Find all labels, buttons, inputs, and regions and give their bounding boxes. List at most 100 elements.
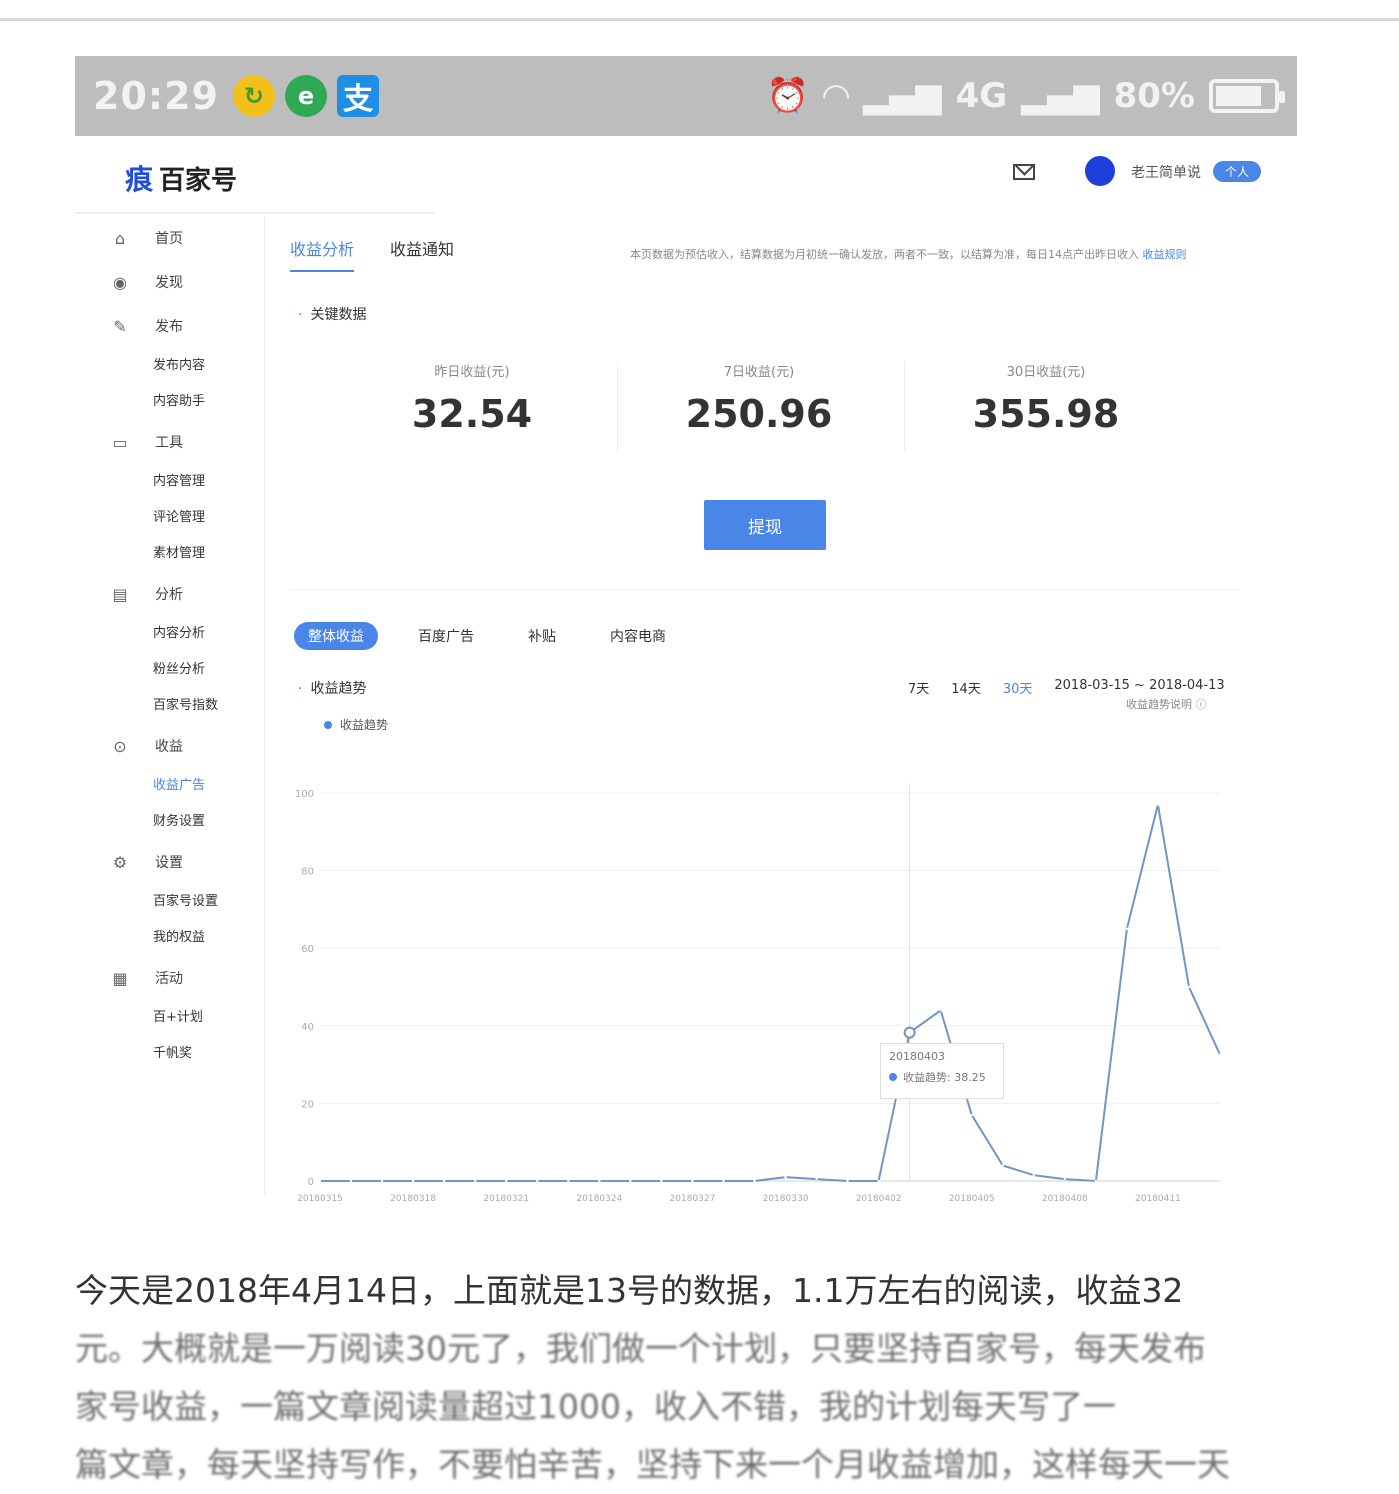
- tab-income-analysis[interactable]: 收益分析: [290, 236, 355, 272]
- tool-icon: ▭: [112, 432, 128, 452]
- chart-legend[interactable]: 收益趋势: [324, 716, 388, 733]
- withdraw-button[interactable]: 提现: [704, 500, 826, 550]
- sidebar-group-2[interactable]: ✎ 发布: [75, 304, 264, 348]
- tab-income-notice[interactable]: 收益通知: [390, 236, 454, 272]
- stat-yesterday-value: 32.54: [411, 392, 533, 436]
- income-icon: ⊙: [113, 736, 127, 756]
- wifi-icon: ◠: [822, 76, 850, 116]
- data-point: [815, 1177, 818, 1181]
- data-point: [1187, 985, 1191, 989]
- status-bar: 20:29 ↻ e 支 ⏰ ◠ ▂▄▆ 4G ▂▄▆ 80%: [75, 56, 1297, 136]
- sidebar-item[interactable]: 评论管理: [75, 500, 264, 536]
- sidebar-item[interactable]: 收益广告: [75, 768, 264, 804]
- data-point: [1218, 1053, 1222, 1056]
- range-30day[interactable]: 30天: [1003, 678, 1033, 697]
- stat-30day: 30日收益(元) 355.98: [946, 361, 1146, 436]
- battery-level: [1216, 86, 1261, 106]
- sidebar-item[interactable]: 内容管理: [75, 464, 264, 500]
- phone-screenshot: 20:29 ↻ e 支 ⏰ ◠ ▂▄▆ 4G ▂▄▆ 80% 㾗 百家号 老王简单说…: [75, 56, 1297, 1204]
- sidebar-group-4[interactable]: ▤ 分析: [75, 572, 264, 616]
- username[interactable]: 老王简单说: [1131, 162, 1201, 182]
- sidebar-item[interactable]: 内容助手: [75, 384, 264, 420]
- data-point: [903, 1026, 916, 1039]
- sidebar-group-0[interactable]: ⌂ 首页: [75, 216, 264, 260]
- sidebar-item[interactable]: 发布内容: [75, 348, 264, 384]
- activity-icon: ▦: [112, 968, 128, 988]
- data-point: [318, 1179, 322, 1183]
- income-tabs: 收益分析 收益通知: [290, 236, 454, 272]
- stat-30day-label: 30日收益(元): [1006, 365, 1086, 380]
- sidebar-group-label: 收益: [155, 739, 183, 755]
- income-rules-link[interactable]: 收益规则: [1143, 248, 1187, 261]
- avatar[interactable]: [1085, 156, 1115, 186]
- income-trend-chart: 0 20 40 60 80 100 20180315 20180318 20180321 2018…: [290, 751, 1240, 1221]
- subtab-ecommerce[interactable]: 内容电商: [596, 622, 680, 650]
- data-point: [722, 1179, 725, 1183]
- data-point: [598, 1179, 601, 1183]
- data-point: [939, 1009, 942, 1012]
- stat-yesterday: 昨日收益(元) 32.54: [372, 361, 572, 436]
- trend-title: 收益趋势: [298, 678, 366, 698]
- stat-yesterday-label: 昨日收益(元): [434, 365, 510, 380]
- date-range[interactable]: 2018-03-15 ~ 2018-04-13: [1054, 678, 1224, 697]
- sidebar-group-6[interactable]: ⚙ 设置: [75, 840, 264, 884]
- data-point: [473, 1179, 477, 1183]
- x-tick-label: 20180321: [483, 1194, 529, 1204]
- data-point: [629, 1179, 632, 1183]
- signal-icon: ▂▄▆: [863, 76, 942, 116]
- range-selector: 7天 14天 30天 2018-03-15 ~ 2018-04-13: [908, 678, 1225, 697]
- battery-percent: 80%: [1113, 76, 1195, 116]
- sidebar-group-7[interactable]: ▦ 活动: [75, 956, 264, 1000]
- sidebar-item[interactable]: 财务设置: [75, 804, 264, 840]
- data-point: [1063, 1177, 1067, 1181]
- baijiahao-logo[interactable]: 㾗 百家号: [125, 158, 237, 198]
- sidebar-item[interactable]: 百+计划: [75, 1000, 264, 1036]
- y-tick-label: 100: [295, 789, 314, 800]
- income-type-tabs: 整体收益 百度广告 补贴 内容电商: [294, 622, 680, 650]
- subtab-subsidy[interactable]: 补贴: [514, 622, 570, 650]
- range-note: 收益趋势说明 ⓘ: [1126, 696, 1207, 712]
- tooltip-series: 收益趋势: 38.25: [889, 1069, 995, 1085]
- sidebar-group-3[interactable]: ▭ 工具: [75, 420, 264, 464]
- data-point: [877, 1179, 880, 1183]
- mail-icon[interactable]: [1013, 164, 1035, 180]
- article-text: 今天是2018年4月14日，上面就是13号的数据，1.1万左右的阅读，收益32 …: [75, 1262, 1305, 1494]
- sidebar-item[interactable]: 百家号设置: [75, 884, 264, 920]
- stat-divider: [617, 361, 618, 451]
- sidebar-item[interactable]: 千帆奖: [75, 1036, 264, 1072]
- battery-icon: [1209, 79, 1285, 113]
- tooltip-date: 20180403: [889, 1050, 945, 1063]
- help-icon[interactable]: ⓘ: [1196, 698, 1207, 711]
- eye-icon: ◉: [113, 272, 127, 292]
- data-point: [1156, 803, 1160, 806]
- chart-tooltip: 20180403 收益趋势: 38.25: [880, 1043, 1004, 1099]
- sidebar-item[interactable]: 我的权益: [75, 920, 264, 956]
- data-point: [380, 1179, 384, 1183]
- data-point: [349, 1179, 353, 1183]
- sidebar-item[interactable]: 内容分析: [75, 616, 264, 652]
- sidebar-item[interactable]: 素材管理: [75, 536, 264, 572]
- section-divider: [290, 589, 1240, 590]
- tooltip-value: 收益趋势: 38.25: [903, 1071, 986, 1084]
- subtab-overall[interactable]: 整体收益: [294, 622, 378, 650]
- header-divider: [75, 212, 435, 214]
- range-14day[interactable]: 14天: [951, 678, 981, 697]
- sidebar-item[interactable]: 百家号指数: [75, 688, 264, 724]
- alipay-app-icon: 支: [336, 75, 379, 117]
- sidebar-group-1[interactable]: ◉ 发现: [75, 260, 264, 304]
- subtab-baidu-ads[interactable]: 百度广告: [404, 622, 488, 650]
- sidebar-group-label: 分析: [155, 587, 183, 603]
- y-tick-label: 80: [301, 867, 314, 878]
- legend-label: 收益趋势: [340, 718, 389, 732]
- y-tick-label: 60: [301, 944, 314, 955]
- x-tick-label: 20180402: [856, 1194, 902, 1204]
- sidebar-group-5[interactable]: ⊙ 收益: [75, 724, 264, 768]
- sidebar-item[interactable]: 粉丝分析: [75, 652, 264, 688]
- range-7day[interactable]: 7天: [908, 678, 929, 697]
- sidebar-group-label: 活动: [155, 971, 183, 987]
- settings-icon: ⚙: [112, 852, 128, 872]
- chart-svg: 0 20 40 60 80 100 20180315 20180318 20180321 2018…: [295, 783, 1222, 1204]
- sidebar-group-label: 发布: [155, 319, 183, 335]
- page-top-divider: [0, 18, 1399, 21]
- data-point: [411, 1179, 415, 1183]
